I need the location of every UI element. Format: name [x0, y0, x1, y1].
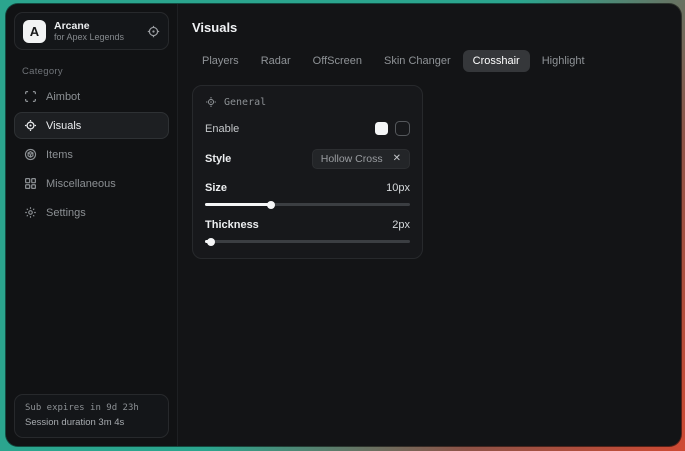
panel-title: General: [224, 97, 266, 108]
sidebar-item-visuals[interactable]: Visuals: [14, 112, 169, 139]
size-slider[interactable]: [205, 203, 410, 206]
sidebar-item-label: Aimbot: [46, 91, 80, 103]
thickness-slider-thumb[interactable]: [207, 238, 215, 246]
items-icon: [24, 148, 37, 161]
visuals-icon: [24, 119, 37, 132]
sidebar: A Arcane for Apex Legends Category: [6, 4, 178, 446]
enable-checkbox[interactable]: [375, 122, 388, 135]
tab-skin-changer[interactable]: Skin Changer: [374, 50, 461, 72]
miscellaneous-icon: [24, 177, 37, 190]
app-subtitle: for Apex Legends: [54, 32, 139, 42]
size-label: Size: [205, 182, 227, 194]
visuals-tab-bar: Players Radar OffScreen Skin Changer Cro…: [192, 50, 665, 72]
category-label: Category: [22, 66, 169, 77]
sidebar-nav: Aimbot Visuals Items: [14, 83, 169, 226]
app-title: Arcane: [54, 20, 139, 32]
style-row: Style Hollow Cross ✕: [205, 149, 410, 169]
settings-icon: [24, 206, 37, 219]
sidebar-item-label: Settings: [46, 207, 86, 219]
enable-row: Enable: [205, 121, 410, 136]
app-logo: A: [23, 20, 46, 43]
thickness-value: 2px: [392, 219, 410, 231]
session-duration-text: Session duration 3m 4s: [25, 416, 158, 430]
close-icon[interactable]: ✕: [393, 154, 401, 164]
sidebar-item-items[interactable]: Items: [14, 141, 169, 168]
general-icon: [205, 96, 217, 108]
thickness-row: Thickness 2px: [205, 219, 410, 231]
enable-keybind-box[interactable]: [395, 121, 410, 136]
subscription-info: Sub expires in 9d 23h Session duration 3…: [14, 394, 169, 438]
thickness-slider[interactable]: [205, 240, 410, 243]
brand-header: A Arcane for Apex Legends: [14, 12, 169, 50]
target-icon: [147, 25, 160, 38]
aimbot-icon: [24, 90, 37, 103]
page-title: Visuals: [192, 20, 665, 35]
style-value: Hollow Cross: [321, 153, 383, 165]
tab-players[interactable]: Players: [192, 50, 249, 72]
sidebar-item-label: Items: [46, 149, 73, 161]
size-row: Size 10px: [205, 182, 410, 194]
sub-expires-text: Sub expires in 9d 23h: [25, 402, 158, 416]
size-value: 10px: [386, 182, 410, 194]
sidebar-item-label: Miscellaneous: [46, 178, 116, 190]
sidebar-item-miscellaneous[interactable]: Miscellaneous: [14, 170, 169, 197]
style-select[interactable]: Hollow Cross ✕: [312, 149, 410, 169]
sidebar-item-label: Visuals: [46, 120, 81, 132]
enable-label: Enable: [205, 123, 239, 135]
tab-offscreen[interactable]: OffScreen: [303, 50, 372, 72]
tab-highlight[interactable]: Highlight: [532, 50, 595, 72]
tab-crosshair[interactable]: Crosshair: [463, 50, 530, 72]
size-slider-thumb[interactable]: [267, 201, 275, 209]
tab-radar[interactable]: Radar: [251, 50, 301, 72]
sidebar-item-settings[interactable]: Settings: [14, 199, 169, 226]
app-window: A Arcane for Apex Legends Category: [6, 4, 681, 446]
style-label: Style: [205, 153, 231, 165]
general-panel: General Enable Style Hollow Cross ✕ Size…: [192, 85, 423, 259]
thickness-label: Thickness: [205, 219, 259, 231]
sidebar-item-aimbot[interactable]: Aimbot: [14, 83, 169, 110]
main-content: Visuals Players Radar OffScreen Skin Cha…: [178, 4, 681, 446]
